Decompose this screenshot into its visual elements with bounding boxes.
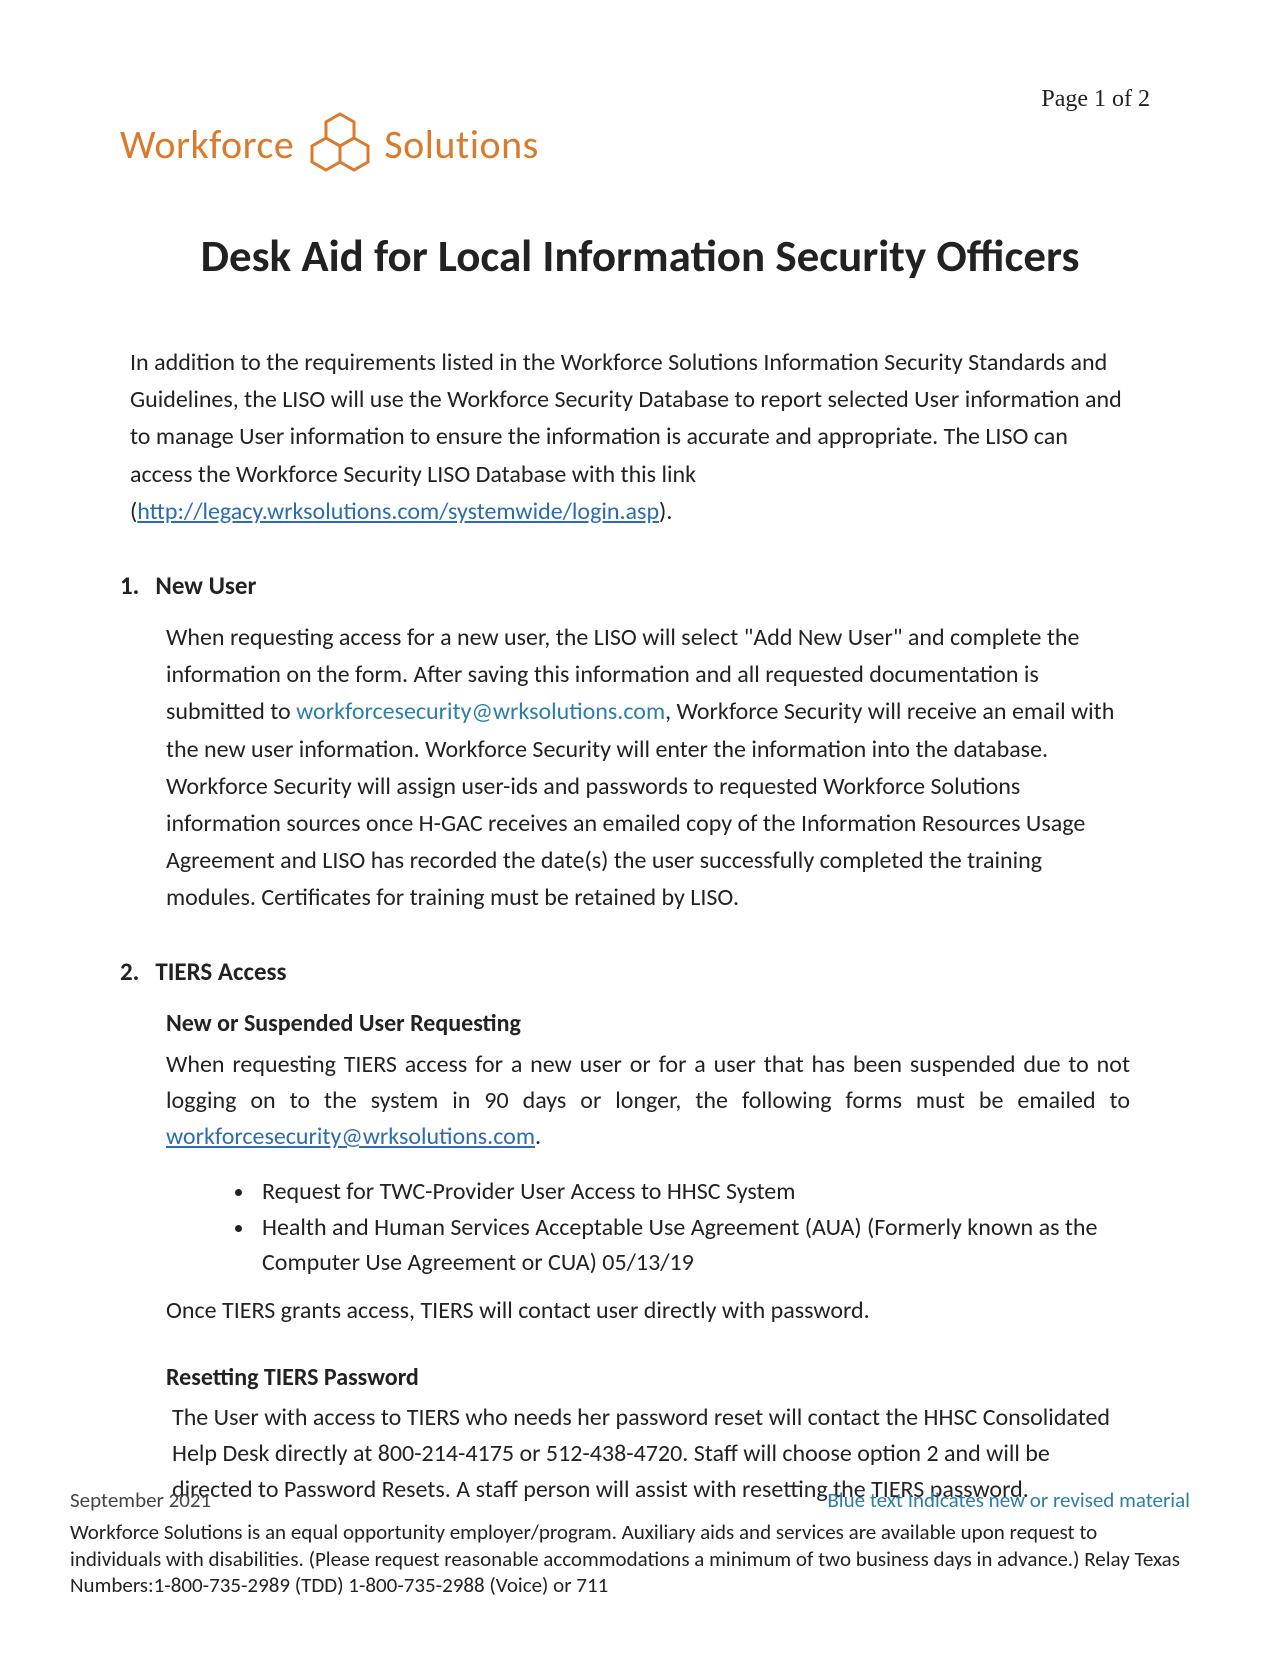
sub1-body: When requesting TIERS access for a new u… <box>166 1047 1130 1155</box>
sub1-closing: Once TIERS grants access, TIERS will con… <box>166 1293 1130 1329</box>
sub1-text-after: . <box>535 1122 541 1151</box>
hexagon-cluster-icon <box>296 110 386 179</box>
email-link[interactable]: workforcesecurity@wrksolutions.com <box>166 1122 535 1151</box>
document-title: Desk Aid for Local Information Security … <box>120 229 1160 284</box>
footer-date: September 2021 <box>70 1487 211 1513</box>
list-item: Request for TWC-Provider User Access to … <box>256 1175 1130 1210</box>
forms-list: Request for TWC-Provider User Access to … <box>256 1175 1130 1281</box>
section-2-heading: 2. TIERS Access <box>120 956 1160 987</box>
section-title: TIERS Access <box>155 956 286 987</box>
sub1-text-before: When requesting TIERS access for a new u… <box>166 1050 1130 1115</box>
login-link[interactable]: http://legacy.wrksolutions.com/systemwid… <box>137 497 659 526</box>
section-number: 1. <box>120 570 139 601</box>
section-title: New User <box>155 570 256 601</box>
intro-text: In addition to the requirements listed i… <box>130 348 1122 489</box>
section-1-body: When requesting access for a new user, t… <box>166 619 1160 917</box>
logo-text-workforce: Workforce <box>120 120 294 169</box>
paren-close: ). <box>659 497 672 526</box>
footer-legal-text: Workforce Solutions is an equal opportun… <box>70 1519 1190 1598</box>
page-footer: September 2021 Blue text Indicates new o… <box>70 1487 1190 1598</box>
section-1-heading: 1. New User <box>120 570 1160 601</box>
email-link[interactable]: workforcesecurity@wrksolutions.com <box>296 697 665 726</box>
section-2-content: New or Suspended User Requesting When re… <box>166 1005 1160 1508</box>
sub-heading-reset: Resetting TIERS Password <box>166 1359 1130 1396</box>
sub-heading-new-suspended: New or Suspended User Requesting <box>166 1005 1130 1042</box>
section-number: 2. <box>120 956 139 987</box>
s1-text-after: , Workforce Security will receive an ema… <box>166 697 1114 912</box>
page-number: Page 1 of 2 <box>1041 86 1150 113</box>
logo-text-solutions: Solutions <box>384 120 539 169</box>
revision-note: Blue text Indicates new or revised mater… <box>827 1487 1190 1513</box>
intro-paragraph: In addition to the requirements listed i… <box>120 344 1160 530</box>
list-item: Health and Human Services Acceptable Use… <box>256 1211 1130 1281</box>
logo: Workforce Solutions <box>120 110 1160 179</box>
